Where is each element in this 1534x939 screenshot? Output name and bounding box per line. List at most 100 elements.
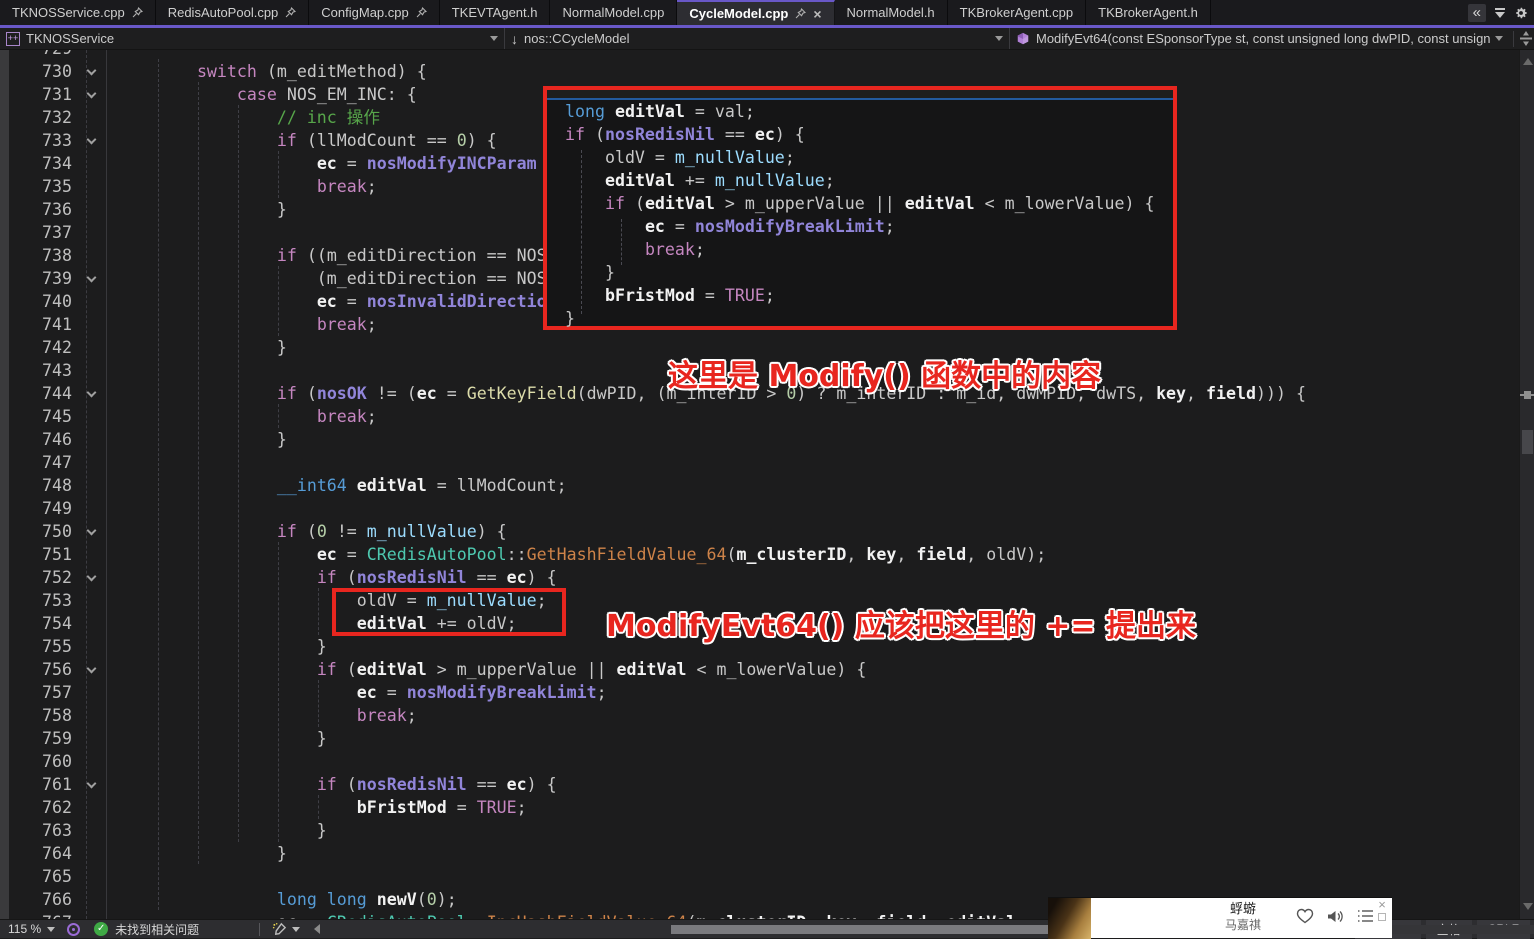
code-text: // inc 操作 bbox=[117, 108, 380, 127]
editor-tab[interactable]: CycleModel.cpp× bbox=[677, 0, 834, 25]
code-line: 743 bbox=[0, 359, 117, 382]
fold-margin bbox=[72, 129, 117, 152]
code-line: 749 bbox=[0, 497, 117, 520]
fold-chevron-icon[interactable] bbox=[87, 134, 97, 144]
pin-icon[interactable] bbox=[416, 7, 427, 18]
code-line: 747 bbox=[0, 451, 117, 474]
editor-tab[interactable]: TKNOSService.cpp bbox=[0, 0, 156, 25]
fold-chevron-icon[interactable] bbox=[87, 778, 97, 788]
line-number: 750 bbox=[0, 520, 72, 543]
snippet-code-line: oldV = m_nullValue; bbox=[565, 146, 795, 169]
fold-chevron-icon[interactable] bbox=[87, 387, 97, 397]
tab-label: RedisAutoPool.cpp bbox=[168, 5, 279, 20]
extension-status-icon[interactable] bbox=[67, 923, 80, 936]
editor-tab[interactable]: TKEVTAgent.h bbox=[440, 0, 551, 25]
code-text: if (0 != m_nullValue) { bbox=[117, 522, 507, 541]
line-number: 754 bbox=[0, 612, 72, 635]
pin-icon[interactable] bbox=[132, 7, 143, 18]
fold-chevron-icon[interactable] bbox=[87, 525, 97, 535]
problems-status[interactable]: 未找到相关问题 bbox=[115, 921, 199, 938]
editor-tab[interactable]: NormalModel.h bbox=[835, 0, 948, 25]
code-text: } bbox=[117, 637, 327, 656]
scroll-left-icon[interactable] bbox=[314, 924, 320, 934]
fold-chevron-icon[interactable] bbox=[87, 88, 97, 98]
fold-chevron-icon[interactable] bbox=[87, 571, 97, 581]
scroll-down-icon[interactable] bbox=[1523, 903, 1533, 910]
code-editor[interactable]: 729730 switch (m_editMethod) {731 case N… bbox=[0, 50, 1534, 919]
line-number: 744 bbox=[0, 382, 72, 405]
fold-chevron-icon[interactable] bbox=[87, 65, 97, 75]
line-number: 757 bbox=[0, 681, 72, 704]
split-editor-icon[interactable] bbox=[1518, 31, 1534, 46]
breadcrumb-type[interactable]: ↓ nos::CCycleModel bbox=[505, 28, 1010, 49]
player-close-icon[interactable]: × bbox=[1378, 899, 1386, 911]
vertical-scrollbar-thumb[interactable] bbox=[1522, 430, 1533, 454]
breadcrumb-project[interactable]: ++ TKNOSService bbox=[0, 28, 505, 49]
pin-icon[interactable] bbox=[795, 8, 806, 19]
scope-arrow-icon: ↓ bbox=[511, 31, 518, 47]
line-number: 755 bbox=[0, 635, 72, 658]
vertical-scrollbar[interactable] bbox=[1519, 50, 1534, 919]
code-text: if (nosRedisNil == ec) { bbox=[117, 775, 557, 794]
line-number: 743 bbox=[0, 359, 72, 382]
code-text: } bbox=[117, 430, 287, 449]
volume-icon[interactable] bbox=[1327, 909, 1344, 924]
pinned-tabs-icon[interactable] bbox=[1495, 8, 1505, 18]
chevron-down-icon[interactable] bbox=[490, 36, 498, 41]
code-cleanup-icon[interactable] bbox=[272, 922, 287, 937]
chevron-down-icon[interactable] bbox=[1495, 36, 1503, 41]
code-text: if ((m_editDirection == NOS bbox=[117, 246, 547, 265]
code-text: switch (m_editMethod) { bbox=[117, 62, 427, 81]
breadcrumb-member[interactable]: ModifyEvt64(const ESponsorType st, const… bbox=[1010, 28, 1509, 49]
code-line: 740 ec = nosInvalidDirectio bbox=[0, 290, 547, 313]
like-heart-icon[interactable] bbox=[1296, 908, 1314, 924]
code-text: } bbox=[117, 821, 327, 840]
code-text: if (nosRedisNil == ec) { bbox=[117, 568, 557, 587]
breadcrumb-project-label: TKNOSService bbox=[26, 31, 114, 46]
code-text: } bbox=[117, 844, 287, 863]
code-line: 741 break; bbox=[0, 313, 377, 336]
chevron-down-icon[interactable] bbox=[995, 36, 1003, 41]
editor-tab[interactable]: NormalModel.cpp bbox=[550, 0, 677, 25]
fold-chevron-icon[interactable] bbox=[87, 663, 97, 673]
playlist-icon[interactable] bbox=[1357, 909, 1374, 923]
line-number: 734 bbox=[0, 152, 72, 175]
snippet-code-line: editVal += m_nullValue; bbox=[565, 169, 835, 192]
line-number: 738 bbox=[0, 244, 72, 267]
scroll-up-icon[interactable] bbox=[1523, 58, 1533, 65]
fold-chevron-icon[interactable] bbox=[87, 272, 97, 282]
line-number: 732 bbox=[0, 106, 72, 129]
zoom-level[interactable]: 115 % bbox=[0, 922, 47, 936]
player-minimize-icon[interactable] bbox=[1378, 913, 1386, 921]
tab-overflow-icon[interactable]: « bbox=[1468, 4, 1486, 22]
code-line: 738 if ((m_editDirection == NOS bbox=[0, 244, 547, 267]
chevron-down-icon[interactable] bbox=[47, 927, 55, 932]
health-check-icon: ✓ bbox=[94, 922, 108, 936]
pin-icon[interactable] bbox=[285, 7, 296, 18]
line-number: 753 bbox=[0, 589, 72, 612]
code-line: 734 ec = nosModifyINCParam bbox=[0, 152, 537, 175]
tab-bar: TKNOSService.cpp RedisAutoPool.cpp ConfigM… bbox=[0, 0, 1534, 28]
code-line: 763 } bbox=[0, 819, 327, 842]
close-icon[interactable]: × bbox=[813, 7, 821, 21]
modify-snippet-red-box: long editVal = val;if (nosRedisNil == ec… bbox=[543, 86, 1177, 330]
fold-margin bbox=[72, 773, 117, 796]
editor-tab[interactable]: ConfigMap.cpp bbox=[309, 0, 439, 25]
code-line: 739 (m_editDirection == NOS bbox=[0, 267, 547, 290]
code-text: ec = CRedisAutoPool::GetHashFieldValue_6… bbox=[117, 545, 1046, 564]
line-number: 730 bbox=[0, 60, 72, 83]
editor-tab[interactable]: TKBrokerAgent.h bbox=[1086, 0, 1211, 25]
code-text: ec = nosInvalidDirectio bbox=[117, 292, 547, 311]
gear-icon[interactable] bbox=[1514, 6, 1528, 20]
line-number: 752 bbox=[0, 566, 72, 589]
line-number: 758 bbox=[0, 704, 72, 727]
tab-label: TKNOSService.cpp bbox=[12, 5, 125, 20]
code-line: 755 } bbox=[0, 635, 327, 658]
code-line: 736 } bbox=[0, 198, 287, 221]
editor-tab[interactable]: TKBrokerAgent.cpp bbox=[948, 0, 1086, 25]
chevron-down-icon[interactable] bbox=[292, 927, 300, 932]
tab-label: NormalModel.cpp bbox=[562, 5, 664, 20]
code-line: 761 if (nosRedisNil == ec) { bbox=[0, 773, 557, 796]
divider bbox=[259, 923, 260, 936]
editor-tab[interactable]: RedisAutoPool.cpp bbox=[156, 0, 310, 25]
